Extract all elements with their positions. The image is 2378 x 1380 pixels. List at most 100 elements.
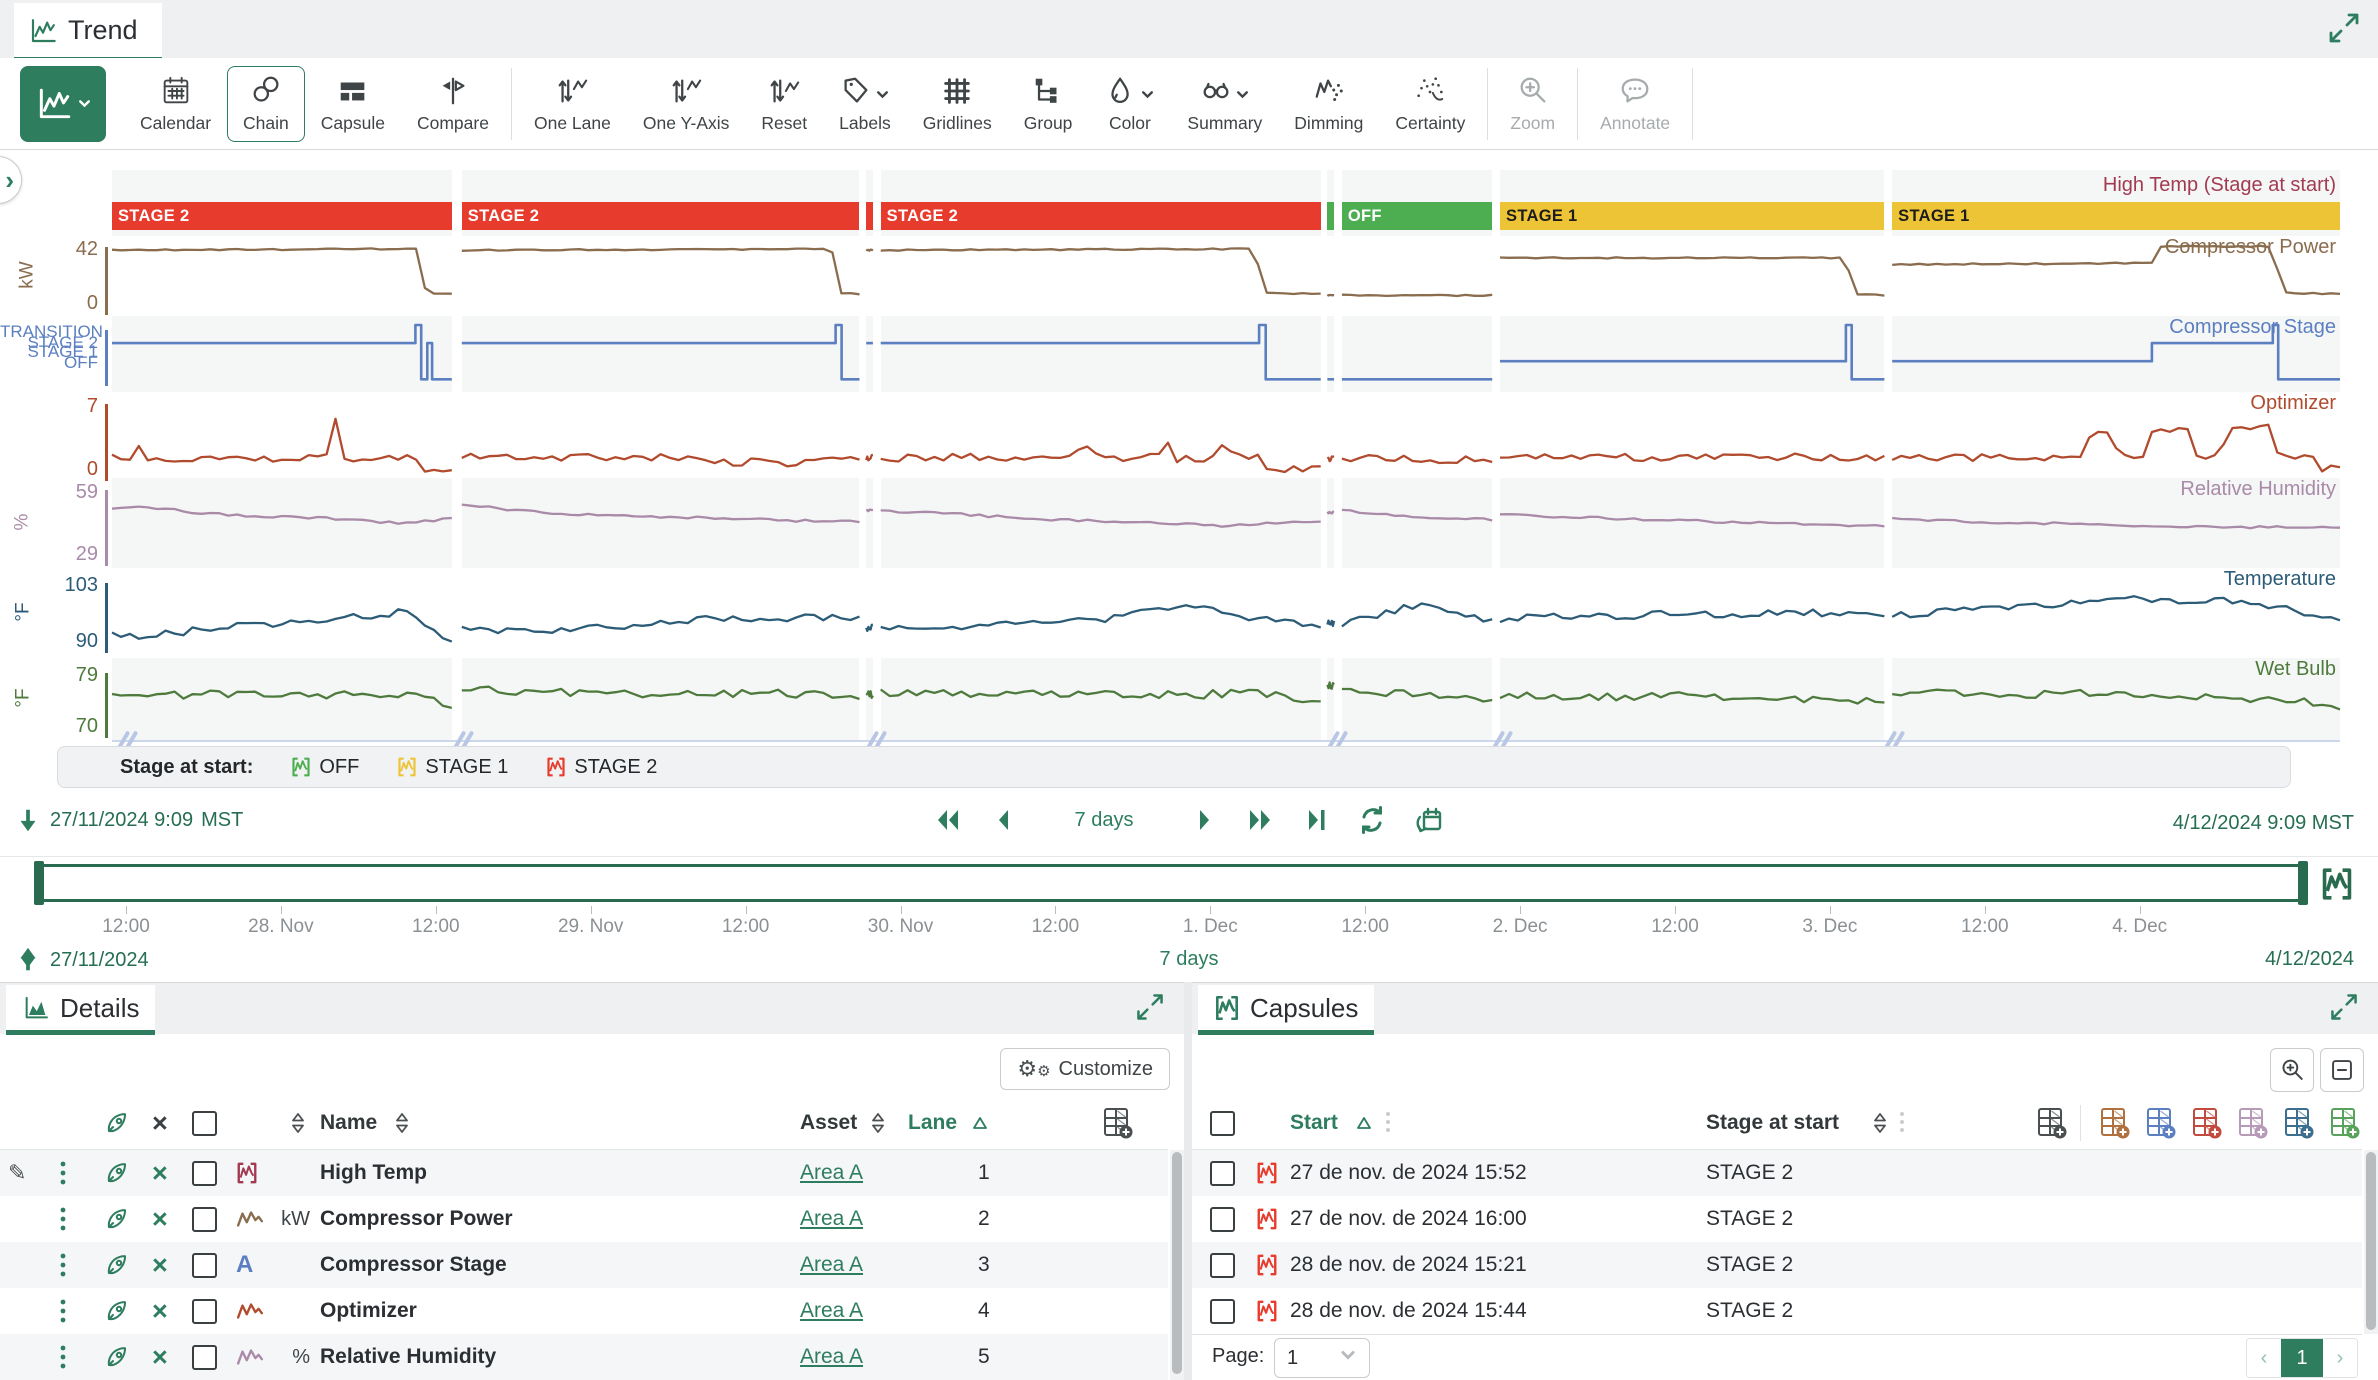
kebab-menu-icon[interactable] [58,1334,68,1380]
tab-capsules[interactable]: Capsules [1198,985,1374,1031]
display-range-end[interactable]: 4/12/2024 9:09 MST [2173,812,2354,835]
item-name[interactable]: Compressor Stage [320,1242,507,1288]
stage-capsule-bar[interactable]: STAGE 2 [462,202,860,230]
row-checkbox[interactable] [1210,1288,1235,1334]
lane-label[interactable]: Compressor Stage [2169,316,2336,339]
step-back-icon[interactable] [989,805,1019,835]
pager-prev[interactable]: ‹ [2247,1339,2281,1377]
asset-sort-icon[interactable] [868,1100,888,1146]
remove-icon[interactable]: × [152,1196,168,1242]
details-row-relative-humidity[interactable]: ×%Relative HumidityArea A5 [0,1334,1168,1380]
add-stat-column-icon[interactable] [2235,1100,2269,1146]
select-all-checkbox[interactable] [1210,1100,1235,1146]
timeline-left-handle[interactable] [34,861,44,905]
add-stat-column-icon[interactable] [2097,1100,2131,1146]
rocket-icon[interactable] [104,1334,130,1380]
step-to-end-icon[interactable] [1301,805,1331,835]
remove-icon[interactable]: × [152,1150,168,1196]
stage-capsule-bar[interactable] [1327,202,1334,230]
capsule-start[interactable]: 27 de nov. de 2024 16:00 [1290,1196,1527,1242]
duration-label[interactable]: 7 days [1075,809,1134,832]
add-stat-column-icon[interactable] [2143,1100,2177,1146]
pager-page-1[interactable]: 1 [2281,1339,2323,1377]
add-stat-column-icon[interactable] [2189,1100,2223,1146]
name-sort-icon[interactable] [392,1100,412,1146]
details-row-compressor-power[interactable]: ×kWCompressor PowerArea A2 [0,1196,1168,1242]
column-menu-icon[interactable] [1384,1100,1392,1146]
remove-icon[interactable]: × [152,1242,168,1288]
remove-all-icon[interactable]: × [152,1100,168,1146]
pager-next[interactable]: › [2323,1339,2357,1377]
toolbar-calendar-button[interactable]: Calendar [124,66,227,142]
tab-details[interactable]: Details [6,985,155,1031]
toolbar-chain-button[interactable]: Chain [227,66,305,142]
remove-icon[interactable]: × [152,1288,168,1334]
capsule-row-2[interactable]: 27 de nov. de 2024 16:00STAGE 2 [1192,1196,2362,1242]
remove-icon[interactable]: × [152,1334,168,1380]
end-datetime[interactable]: 4/12/2024 9:09 [2173,812,2306,834]
column-stage-at-start[interactable]: Stage at start [1706,1100,1839,1146]
step-forward-icon[interactable] [1189,805,1219,835]
trend-type-dropdown[interactable] [20,66,106,142]
stage-capsule-bar[interactable]: OFF [1342,202,1492,230]
capsule-row-3[interactable]: 28 de nov. de 2024 15:21STAGE 2 [1192,1242,2362,1288]
asset-link[interactable]: Area A [800,1242,863,1288]
item-name[interactable]: Relative Humidity [320,1334,496,1380]
details-scrollbar[interactable] [1170,1150,1184,1380]
start-sort-asc-icon[interactable] [1354,1100,1374,1146]
kebab-menu-icon[interactable] [58,1242,68,1288]
legend-item-stage-2[interactable]: STAGE 2 [546,755,657,779]
rocket-icon[interactable] [104,1288,130,1334]
column-name[interactable]: Name [320,1100,377,1146]
row-checkbox[interactable] [1210,1196,1235,1242]
toolbar-reset-button[interactable]: Reset [745,66,823,142]
rocket-icon[interactable] [104,1150,130,1196]
lane-label[interactable]: Optimizer [2250,392,2336,415]
toolbar-labels-button[interactable]: Labels [823,66,907,142]
item-name[interactable]: Compressor Power [320,1196,513,1242]
toolbar-certainty-button[interactable]: Certainty [1379,66,1481,142]
pencil-icon[interactable]: ✎ [8,1150,26,1196]
investigate-range-icon[interactable] [1413,804,1445,836]
lane-label[interactable]: Relative Humidity [2180,478,2336,501]
row-checkbox[interactable] [1210,1150,1235,1196]
toolbar-group-button[interactable]: Group [1008,66,1089,142]
asset-link[interactable]: Area A [800,1334,863,1380]
asset-link[interactable]: Area A [800,1288,863,1334]
column-asset[interactable]: Asset [800,1100,857,1146]
row-checkbox[interactable] [192,1334,217,1380]
lane-label[interactable]: Compressor Power [2165,236,2336,259]
column-lane[interactable]: Lane [908,1100,957,1146]
lane-label[interactable]: High Temp (Stage at start) [2103,174,2336,197]
row-checkbox[interactable] [192,1150,217,1196]
lane-sort-asc-icon[interactable] [970,1100,990,1146]
range-end-date[interactable]: 4/12/2024 [2265,948,2354,971]
select-all-checkbox[interactable] [192,1100,217,1146]
capsule-row-1[interactable]: 27 de nov. de 2024 15:52STAGE 2 [1192,1150,2362,1196]
row-checkbox[interactable] [1210,1242,1235,1288]
toolbar-one-y-axis-button[interactable]: One Y-Axis [627,66,746,142]
timeline-right-handle[interactable] [2298,861,2308,905]
toolbar-summary-button[interactable]: Summary [1171,66,1278,142]
expand-trend-icon[interactable] [2326,10,2362,51]
capsules-scrollbar[interactable] [2364,1150,2378,1334]
add-stat-column-icon[interactable] [2327,1100,2361,1146]
lane-label[interactable]: Wet Bulb [2255,658,2336,681]
item-name[interactable]: Optimizer [320,1288,417,1334]
kebab-menu-icon[interactable] [58,1150,68,1196]
stage-capsule-bar[interactable]: STAGE 1 [1892,202,2340,230]
capsules-scrollbar-thumb[interactable] [2366,1152,2376,1330]
timeline-range-selector[interactable] [40,864,2308,902]
toolbar-dimming-button[interactable]: Dimming [1278,66,1379,142]
kebab-menu-icon[interactable] [58,1196,68,1242]
toolbar-color-button[interactable]: Color [1088,66,1171,142]
add-column-icon[interactable] [2034,1100,2068,1146]
capsule-start[interactable]: 28 de nov. de 2024 15:44 [1290,1288,1527,1334]
stage-capsule-bar[interactable]: STAGE 1 [1500,202,1884,230]
details-row-optimizer[interactable]: ×OptimizerArea A4 [0,1288,1168,1334]
trend-chart[interactable]: › STAGE 2STAGE 2STAGE 2OFFSTAGE 1STAGE 1… [0,150,2378,750]
step-back-fast-icon[interactable] [933,805,963,835]
expand-capsules-icon[interactable] [2328,991,2360,1028]
column-menu-icon[interactable] [1898,1100,1906,1146]
details-scrollbar-thumb[interactable] [1172,1152,1182,1374]
